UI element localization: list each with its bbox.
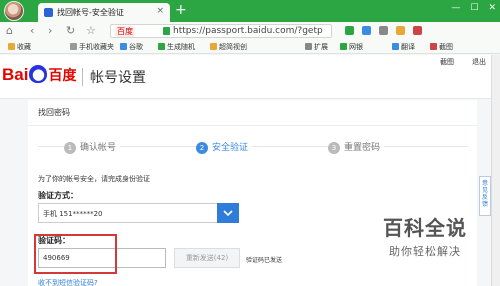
lightning-icon[interactable] [362, 26, 371, 35]
window-controls: — ☐ ✕ [451, 3, 496, 13]
scissors-icon [430, 43, 437, 50]
favorite-star-icon[interactable]: ☆ [86, 24, 96, 38]
phone-icon [70, 43, 77, 50]
minimize-button[interactable]: — [451, 3, 460, 13]
baidu-logo[interactable]: Bai ● 百度 [2, 65, 76, 85]
sent-status: 验证码已发送 [246, 257, 283, 264]
feedback-button[interactable]: 意见反馈 [479, 176, 491, 216]
method-label: 验证方式： [38, 191, 78, 200]
back-icon[interactable]: ‹ [30, 24, 34, 38]
bookmarks-bar: 收藏 手机收藏夹 谷歌 生成随机 超简视创 扩展 网银 翻译 截图 [0, 40, 500, 54]
forward-icon[interactable]: › [48, 24, 52, 38]
google-icon [120, 43, 127, 50]
extension-screenshot[interactable]: 截图 [430, 42, 453, 52]
page-title: 帐号设置 [90, 70, 146, 86]
maximize-button[interactable]: ☐ [470, 3, 478, 13]
step-confirm-account: 1 确认帐号 [64, 140, 121, 154]
header-link-screenshot[interactable]: 截图 [440, 57, 454, 67]
security-hint: 为了你的帐号安全，请完成身份验证 [38, 175, 150, 183]
bookmark-favorites[interactable]: 收藏 [8, 42, 31, 52]
page-header: Bai ● 百度 帐号设置 截图 退出 [0, 55, 500, 99]
address-toolbar: ⌂ ‹ › ↻ ☆ 百度 https://passport.baidu.com/… [0, 22, 500, 40]
shield-icon[interactable] [345, 26, 354, 35]
extension-bank[interactable]: 网银 [340, 42, 363, 52]
tab-active[interactable]: 找回帐号-安全验证 × [38, 3, 170, 22]
recovery-card: 找回密码 1 确认帐号 2 安全验证 3 重置密码 为了你的帐号安全，请完成身份验证 … [28, 100, 477, 286]
star-icon [8, 43, 15, 50]
resend-button[interactable]: 重新发送(42) [174, 248, 240, 268]
reload-icon[interactable]: ↻ [66, 24, 75, 38]
lock-icon [163, 27, 170, 35]
verify-method-select[interactable]: 手机 151******20 [38, 203, 239, 223]
random-icon [158, 43, 165, 50]
puzzle-icon [305, 43, 312, 50]
paw-icon: ● [29, 65, 48, 83]
search-icon[interactable] [379, 26, 388, 35]
bookmark-random[interactable]: 生成随机 [158, 42, 195, 52]
bookmark-video[interactable]: 超简视创 [210, 42, 247, 52]
menu-icon[interactable] [413, 26, 422, 35]
header-divider [82, 68, 83, 86]
bookmark-mobile[interactable]: 手机收藏夹 [70, 42, 114, 52]
url-text: https://passport.baidu.com/?getp [173, 26, 323, 36]
tab-title: 找回帐号-安全验证 [57, 8, 124, 17]
extension-manage[interactable]: 扩展 [305, 42, 328, 52]
user-avatar[interactable] [4, 1, 24, 21]
step-reset-password: 3 重置密码 [328, 140, 385, 154]
verify-method-value: 手机 151******20 [43, 210, 103, 218]
highlight-frame [34, 234, 117, 274]
card-divider [28, 125, 477, 126]
header-links: 截图 退出 [440, 57, 486, 67]
header-link-logout[interactable]: 退出 [472, 57, 486, 67]
baidu-favicon-icon [44, 8, 53, 17]
progress-steps: 1 确认帐号 2 安全验证 3 重置密码 [38, 140, 468, 154]
no-code-link[interactable]: 收不到短信验证码? [38, 278, 98, 286]
translate-icon [392, 43, 399, 50]
close-window-button[interactable]: ✕ [488, 3, 496, 13]
bank-icon [340, 43, 347, 50]
home-icon[interactable]: ⌂ [6, 24, 13, 38]
dropdown-button[interactable] [217, 203, 239, 223]
new-tab-button[interactable]: + [175, 2, 187, 18]
site-badge: 百度 [115, 26, 135, 37]
video-icon [210, 43, 217, 50]
card-title: 找回密码 [38, 108, 70, 117]
tab-close-icon[interactable]: × [156, 6, 164, 16]
browser-tabbar: 找回帐号-安全验证 × + — ☐ ✕ [0, 0, 500, 22]
chevron-down-icon [223, 210, 233, 216]
bookmark-google[interactable]: 谷歌 [120, 42, 143, 52]
url-bar[interactable]: 百度 https://passport.baidu.com/?getp [110, 24, 332, 38]
toolbar-icons [345, 26, 422, 35]
step-security-verify: 2 安全验证 [196, 140, 253, 154]
extension-translate[interactable]: 翻译 [392, 42, 415, 52]
grid-icon[interactable] [396, 26, 405, 35]
page-scrollbar[interactable] [491, 55, 500, 286]
